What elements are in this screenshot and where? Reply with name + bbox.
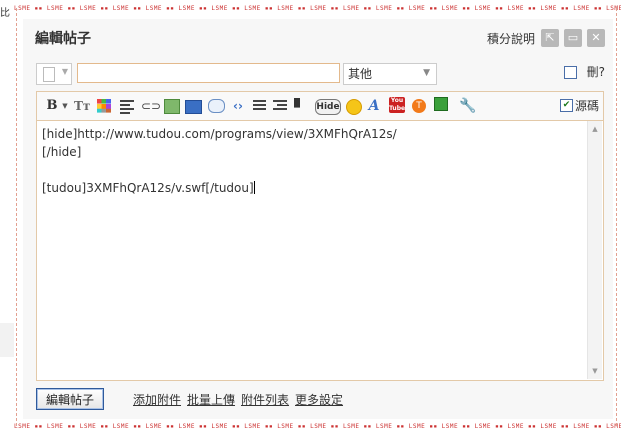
unordered-list-icon[interactable] [273,98,287,114]
edit-post-submit-button[interactable]: 編輯帖子 [36,388,104,410]
quote-icon[interactable] [208,99,225,113]
ordered-list-icon[interactable] [253,98,266,114]
category-selected-value: 其他 [348,67,373,81]
table-icon[interactable] [434,97,448,111]
font-icon[interactable]: A [367,98,381,114]
float-icon[interactable] [294,98,308,114]
media-icon[interactable] [185,100,202,114]
editor-line: [/hide] [42,145,82,159]
perforated-border-bottom: LSME ▪▪ LSME ▪▪ LSME ▪▪ LSME ▪▪ LSME ▪▪ … [14,423,621,430]
delete-checkbox[interactable] [564,66,577,79]
editor-scrollbar[interactable]: ▲ ▼ [587,121,602,379]
more-settings-link[interactable]: 更多設定 [295,393,343,407]
code-icon[interactable]: ‹› [230,98,246,114]
hide-icon[interactable]: Hide [315,99,341,115]
align-icon[interactable] [120,98,134,114]
chevron-down-icon[interactable]: ▼ [61,98,69,114]
perforated-border-top: LSME ▪▪ LSME ▪▪ LSME ▪▪ LSME ▪▪ LSME ▪▪ … [14,5,621,12]
link-icon[interactable]: ⊂⊃ [141,98,161,114]
bold-icon[interactable]: B [46,98,58,114]
scroll-down-icon[interactable]: ▼ [589,365,601,377]
post-meta-row: ▼ 其他 ▼ 刪? [36,63,605,85]
font-size-icon[interactable]: Tт [74,98,90,114]
category-select[interactable]: 其他 ▼ [343,63,437,85]
source-mode-checkbox[interactable]: ✔ [560,99,573,112]
corner-label: 比 [0,8,10,19]
document-icon [43,67,55,82]
chevron-down-icon: ▼ [423,68,430,78]
popout-icon[interactable]: ⇱ [541,29,559,47]
post-editor: B ▼ Tт ⊂⊃ ‹› Hide A You Tube T 🔧 ✔ 源碼 [h… [36,91,604,381]
add-attachment-link[interactable]: 添加附件 [133,393,181,407]
image-icon[interactable] [164,99,180,114]
dialog-title: 編輯帖子 [35,31,91,47]
editor-line: [tudou]3XMFhQrA12s/v.swf[/tudou] [42,179,587,197]
wrench-icon[interactable]: 🔧 [459,98,476,114]
edit-post-dialog: 編輯帖子 積分說明 ⇱ ▭ ✕ ▼ 其他 ▼ 刪? B ▼ Tт ⊂⊃ ‹› H… [23,19,613,419]
youtube-icon[interactable]: You Tube [389,97,405,113]
editor-line-text: [tudou]3XMFhQrA12s/v.swf[/tudou] [42,181,254,195]
editor-line: [hide]http://www.tudou.com/programs/view… [42,127,397,141]
dialog-header: 編輯帖子 積分說明 ⇱ ▭ ✕ [35,29,605,51]
chevron-down-icon: ▼ [61,67,68,76]
editor-textarea[interactable]: [hide]http://www.tudou.com/programs/view… [42,125,587,376]
subject-input[interactable] [77,63,340,83]
text-cursor [253,181,255,194]
side-tab [0,323,14,357]
color-icon[interactable] [97,99,111,113]
perforated-border-right [616,8,617,426]
delete-label: 刪? [586,65,605,79]
tudou-icon[interactable]: T [412,99,426,113]
attachment-list-link[interactable]: 附件列表 [241,393,289,407]
perforated-border-left [16,8,17,426]
batch-upload-link[interactable]: 批量上傳 [187,393,235,407]
dialog-footer: 編輯帖子 添加附件 批量上傳 附件列表 更多設定 [36,388,605,412]
smiley-icon[interactable] [346,99,362,115]
close-icon[interactable]: ✕ [587,29,605,47]
scroll-up-icon[interactable]: ▲ [589,123,601,135]
maximize-icon[interactable]: ▭ [564,29,582,47]
post-type-select[interactable]: ▼ [36,63,72,85]
editor-toolbar: B ▼ Tт ⊂⊃ ‹› Hide A You Tube T 🔧 ✔ 源碼 [37,92,603,121]
source-mode-label: 源碼 [574,99,599,113]
points-help-link[interactable]: 積分說明 [487,30,535,48]
